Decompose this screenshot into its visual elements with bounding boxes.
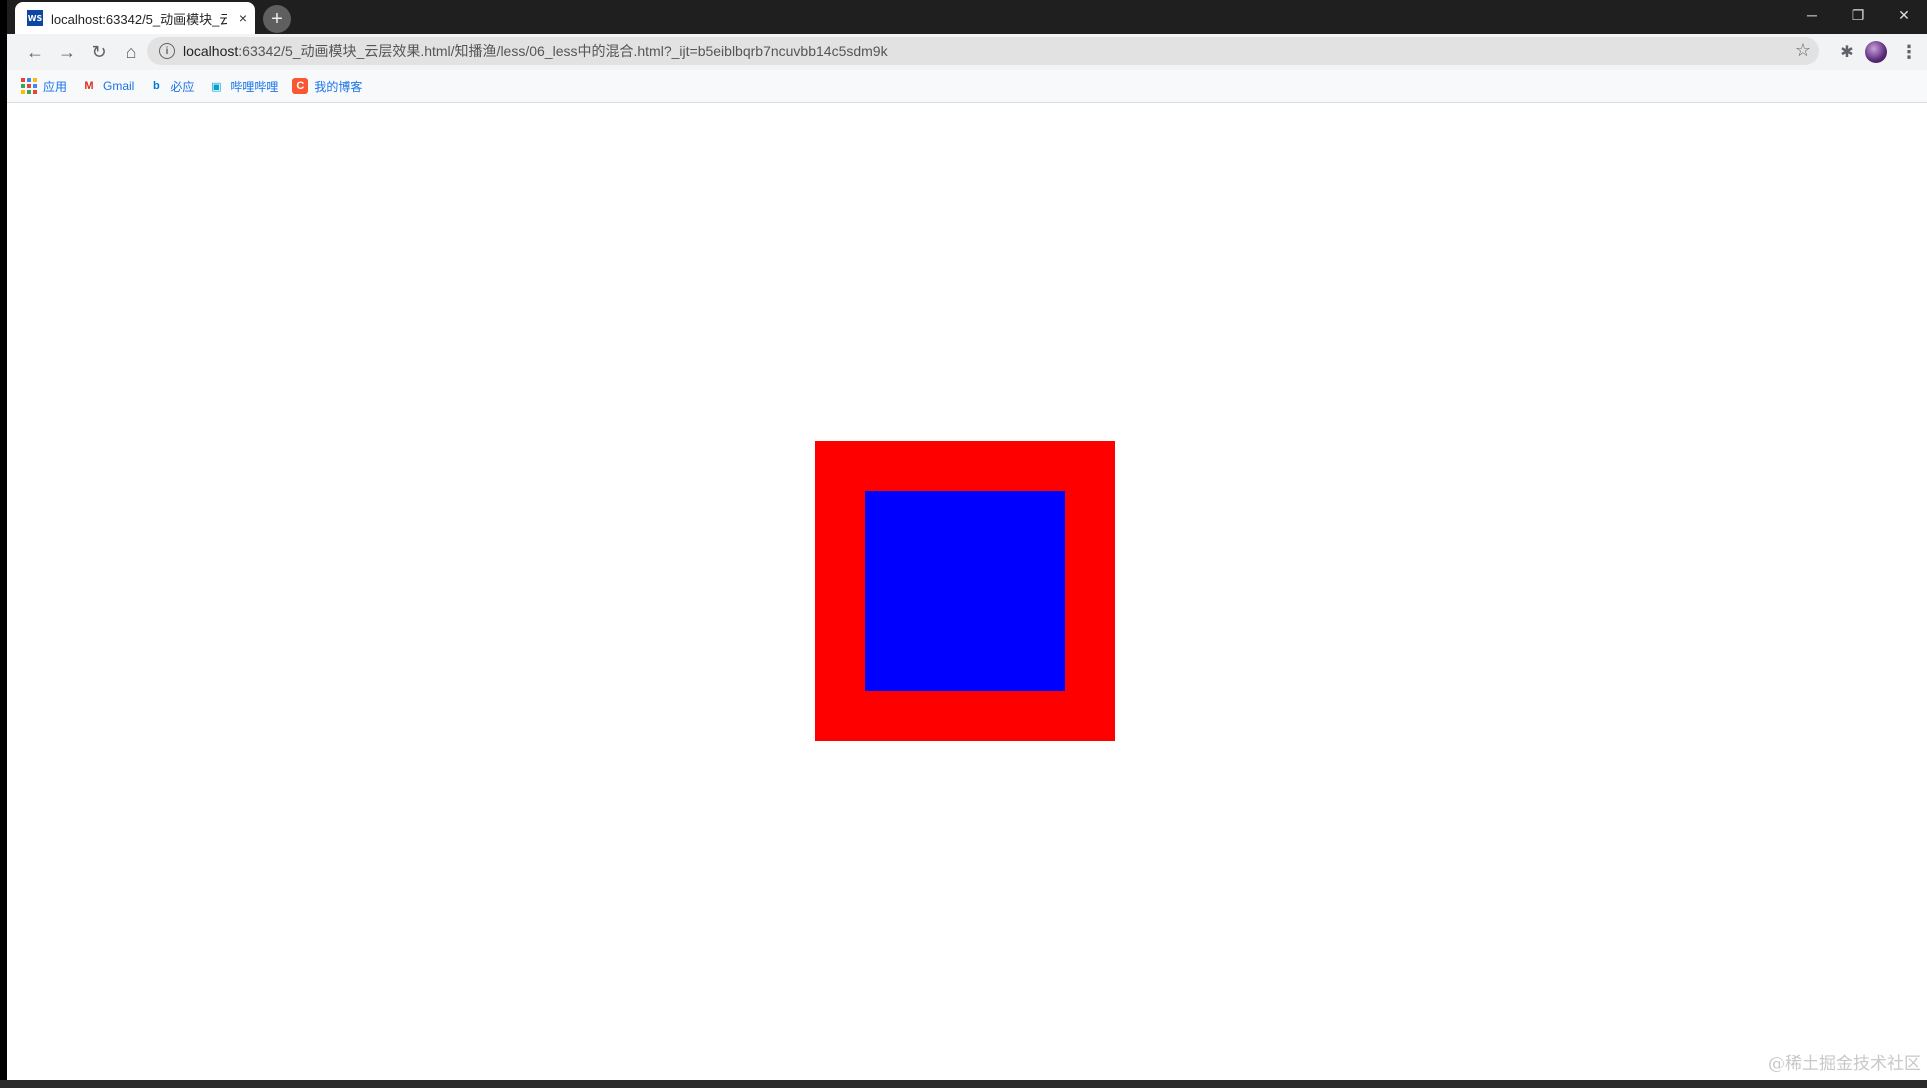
gmail-icon: M xyxy=(84,80,94,92)
back-button[interactable]: ← xyxy=(21,38,49,66)
close-window-button[interactable]: ✕ xyxy=(1881,0,1927,30)
tab-title: localhost:63342/5_动画模块_云 xyxy=(51,11,227,27)
title-bar: WS localhost:63342/5_动画模块_云 × + ─ ❐ ✕ xyxy=(7,0,1927,34)
bookmark-label: 必应 xyxy=(170,79,195,94)
window-controls: ─ ❐ ✕ xyxy=(1789,0,1927,30)
site-info-icon[interactable]: i xyxy=(159,43,175,59)
extensions-puzzle-icon[interactable]: ✱ xyxy=(1833,38,1861,66)
reload-button[interactable]: ↻ xyxy=(85,38,113,66)
apps-grid-icon xyxy=(21,78,37,94)
inner-blue-box xyxy=(865,491,1065,691)
bookmark-bing[interactable]: b 必应 xyxy=(148,74,194,98)
restore-button[interactable]: ❐ xyxy=(1835,0,1881,30)
bing-icon: b xyxy=(152,80,160,92)
bookmark-label: 哔哩哔哩 xyxy=(230,79,279,94)
address-bar[interactable]: i localhost:63342/5_动画模块_云层效果.html/知播渔/l… xyxy=(147,37,1819,65)
page-content: @稀土掘金技术社区 xyxy=(7,103,1927,1080)
profile-avatar[interactable] xyxy=(1865,41,1887,63)
tab-close-icon[interactable]: × xyxy=(235,10,251,26)
forward-button[interactable]: → xyxy=(53,38,81,66)
bookmark-label: 我的博客 xyxy=(314,79,363,94)
webstorm-favicon-icon: WS xyxy=(27,10,43,26)
browser-toolbar: ← → ↻ ⌂ i localhost:63342/5_动画模块_云层效果.ht… xyxy=(7,34,1927,70)
csdn-icon: C xyxy=(292,78,309,94)
bookmark-label: 应用 xyxy=(43,79,68,94)
bookmark-label: Gmail xyxy=(103,79,135,93)
url-path: :63342/5_动画模块_云层效果.html/知播渔/less/06_less… xyxy=(238,43,888,59)
browser-window: WS localhost:63342/5_动画模块_云 × + ─ ❐ ✕ ← … xyxy=(7,0,1927,1080)
bookmark-star-icon[interactable]: ☆ xyxy=(1795,40,1811,61)
bookmark-bilibili[interactable]: ▣ 哔哩哔哩 xyxy=(208,74,278,98)
url-host: localhost xyxy=(183,43,239,59)
watermark-text: @稀土掘金技术社区 xyxy=(1768,1054,1921,1074)
browser-tab[interactable]: WS localhost:63342/5_动画模块_云 × xyxy=(15,2,255,34)
browser-menu-icon[interactable]: ⋮ xyxy=(1899,38,1919,66)
new-tab-button[interactable]: + xyxy=(263,5,291,33)
bookmarks-bar: 应用 M Gmail b 必应 ▣ 哔哩哔哩 C 我的博客 xyxy=(7,70,1927,103)
outer-red-box xyxy=(815,441,1115,741)
bilibili-icon: ▣ xyxy=(211,80,222,93)
minimize-button[interactable]: ─ xyxy=(1789,0,1835,30)
home-button[interactable]: ⌂ xyxy=(117,38,145,66)
bookmark-apps[interactable]: 应用 xyxy=(21,74,67,98)
taskbar-edge xyxy=(0,1080,1927,1088)
bookmark-gmail[interactable]: M Gmail xyxy=(81,74,134,98)
bookmark-blog[interactable]: C 我的博客 xyxy=(292,74,362,98)
url-text[interactable]: localhost:63342/5_动画模块_云层效果.html/知播渔/les… xyxy=(183,41,888,61)
